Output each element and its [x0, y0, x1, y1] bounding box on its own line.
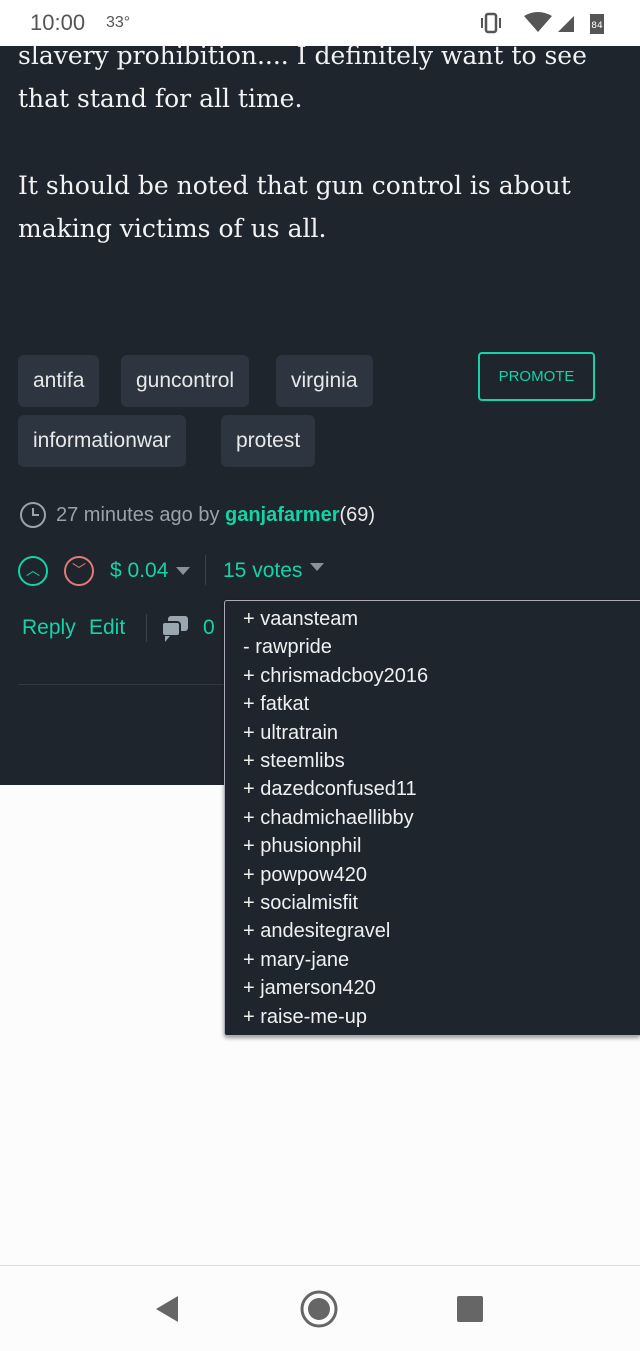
author-link[interactable]: ganjafarmer	[225, 504, 340, 526]
voter-item[interactable]: + raise-me-up	[243, 1003, 640, 1031]
reply-link[interactable]: Reply	[22, 616, 76, 640]
recents-icon[interactable]	[456, 1295, 484, 1323]
voter-item[interactable]: + chadmichaellibby	[243, 804, 640, 832]
divider	[146, 614, 147, 642]
status-icons: 84	[481, 12, 604, 34]
back-icon[interactable]	[152, 1294, 182, 1324]
svg-text:84: 84	[591, 21, 603, 31]
voter-item[interactable]: + steemlibs	[243, 747, 640, 775]
voter-item[interactable]: + socialmisfit	[243, 889, 640, 917]
voter-item[interactable]: + fatkat	[243, 690, 640, 718]
voter-item[interactable]: - rawpride	[243, 633, 640, 661]
voter-item[interactable]: + jamerson420	[243, 974, 640, 1002]
divider	[205, 555, 206, 585]
voter-item[interactable]: + dazedconfused11	[243, 775, 640, 803]
voters-dropdown: + vaansteam - rawpride + chrismadcboy2016 +…	[224, 600, 640, 1036]
vibrate-icon	[481, 12, 501, 34]
downvote-button[interactable]: ﹀	[64, 556, 94, 586]
promote-button[interactable]: PROMOTE	[478, 352, 595, 401]
post-text: making victims of us all.	[18, 214, 327, 243]
divider	[18, 684, 224, 685]
payout-value: $ 0.04	[110, 559, 169, 582]
wifi-icon	[524, 12, 552, 32]
tag-virginia[interactable]: virginia	[276, 355, 373, 407]
votes-count: 15 votes	[223, 559, 303, 582]
reputation: (69)	[339, 503, 376, 526]
voter-item[interactable]: + vaansteam	[243, 605, 640, 633]
upvote-button[interactable]: ︿	[18, 556, 48, 586]
edit-link[interactable]: Edit	[89, 616, 125, 640]
voter-item[interactable]: + phusionphil	[243, 832, 640, 860]
tag-guncontrol[interactable]: guncontrol	[121, 355, 250, 407]
signal-icon	[558, 16, 574, 32]
temperature: 33°	[106, 14, 131, 31]
caret-down-icon	[176, 567, 191, 576]
voter-item[interactable]: + mary-jane	[243, 946, 640, 974]
clock-icon	[20, 502, 46, 528]
comments-icon[interactable]	[160, 614, 190, 644]
voter-item[interactable]: + chrismadcboy2016	[243, 662, 640, 690]
time-ago: 27 minutes ago by	[56, 503, 220, 526]
voter-item[interactable]: + andesitegravel	[243, 917, 640, 945]
voter-item[interactable]: + ultratrain	[243, 719, 640, 747]
post-text: slavery prohibition.... I definitely wan…	[18, 41, 587, 70]
post-text: that stand for all time.	[18, 84, 303, 113]
post-text: It should be noted that gun control is a…	[18, 171, 571, 200]
tag-antifa[interactable]: antifa	[18, 355, 100, 407]
clock: 10:00	[30, 10, 86, 35]
navigation-bar	[0, 1265, 640, 1351]
voter-item[interactable]: + powpow420	[243, 861, 640, 889]
comment-count[interactable]: 0	[203, 616, 215, 640]
tag-informationwar[interactable]: informationwar	[18, 415, 186, 467]
home-icon[interactable]	[299, 1289, 339, 1329]
post-meta: 27 minutes ago by ganjafarmer(69)	[18, 500, 375, 530]
payout-dropdown[interactable]: $ 0.04	[110, 559, 191, 583]
tag-protest[interactable]: protest	[221, 415, 316, 467]
battery-icon: 84	[590, 14, 604, 34]
caret-down-icon	[310, 563, 325, 571]
votes-dropdown[interactable]: 15 votes	[223, 559, 325, 583]
